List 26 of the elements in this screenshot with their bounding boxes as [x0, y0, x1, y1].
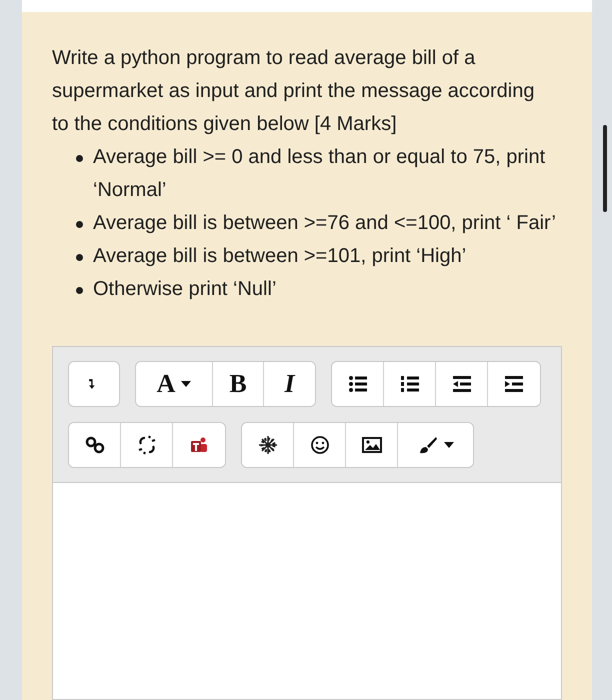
bullet-icon — [76, 155, 83, 162]
caret-icon — [444, 442, 454, 448]
condition-text: Average bill is between >=101, print ‘High’ — [93, 244, 466, 269]
numbered-list-icon — [400, 374, 420, 394]
link-icon — [84, 435, 104, 455]
condition-text: Average bill is between >=76 and <=100, print ‘ Fair’ — [93, 211, 556, 236]
bullets-button[interactable] — [332, 362, 384, 406]
bullet-list-icon — [348, 374, 368, 394]
link-button[interactable] — [69, 423, 121, 467]
condition-text: Otherwise print ‘Null’ — [93, 277, 276, 302]
bullet-icon — [76, 254, 83, 261]
paintbrush-icon — [418, 435, 438, 455]
bullet-icon — [76, 221, 83, 228]
image-icon — [360, 435, 384, 455]
text-editor[interactable]: A B I — [52, 346, 562, 700]
bullet-icon — [76, 287, 83, 294]
condition-text: Average bill >= 0 and less than or equal to 75, print ‘Normal’ — [93, 145, 546, 203]
font-button[interactable]: A — [136, 362, 213, 406]
scrollbar[interactable] — [603, 125, 607, 212]
smiley-icon — [310, 435, 330, 455]
indent-icon — [504, 374, 524, 394]
wheel-button[interactable] — [242, 423, 294, 467]
caret-icon — [181, 381, 192, 387]
gear-wheel-icon — [258, 435, 278, 455]
outdent-icon — [452, 374, 472, 394]
question-text: Write a python program to read average bill of a supermarket as input and print the message according to the conditions given below [4 Marks] — [52, 46, 536, 137]
